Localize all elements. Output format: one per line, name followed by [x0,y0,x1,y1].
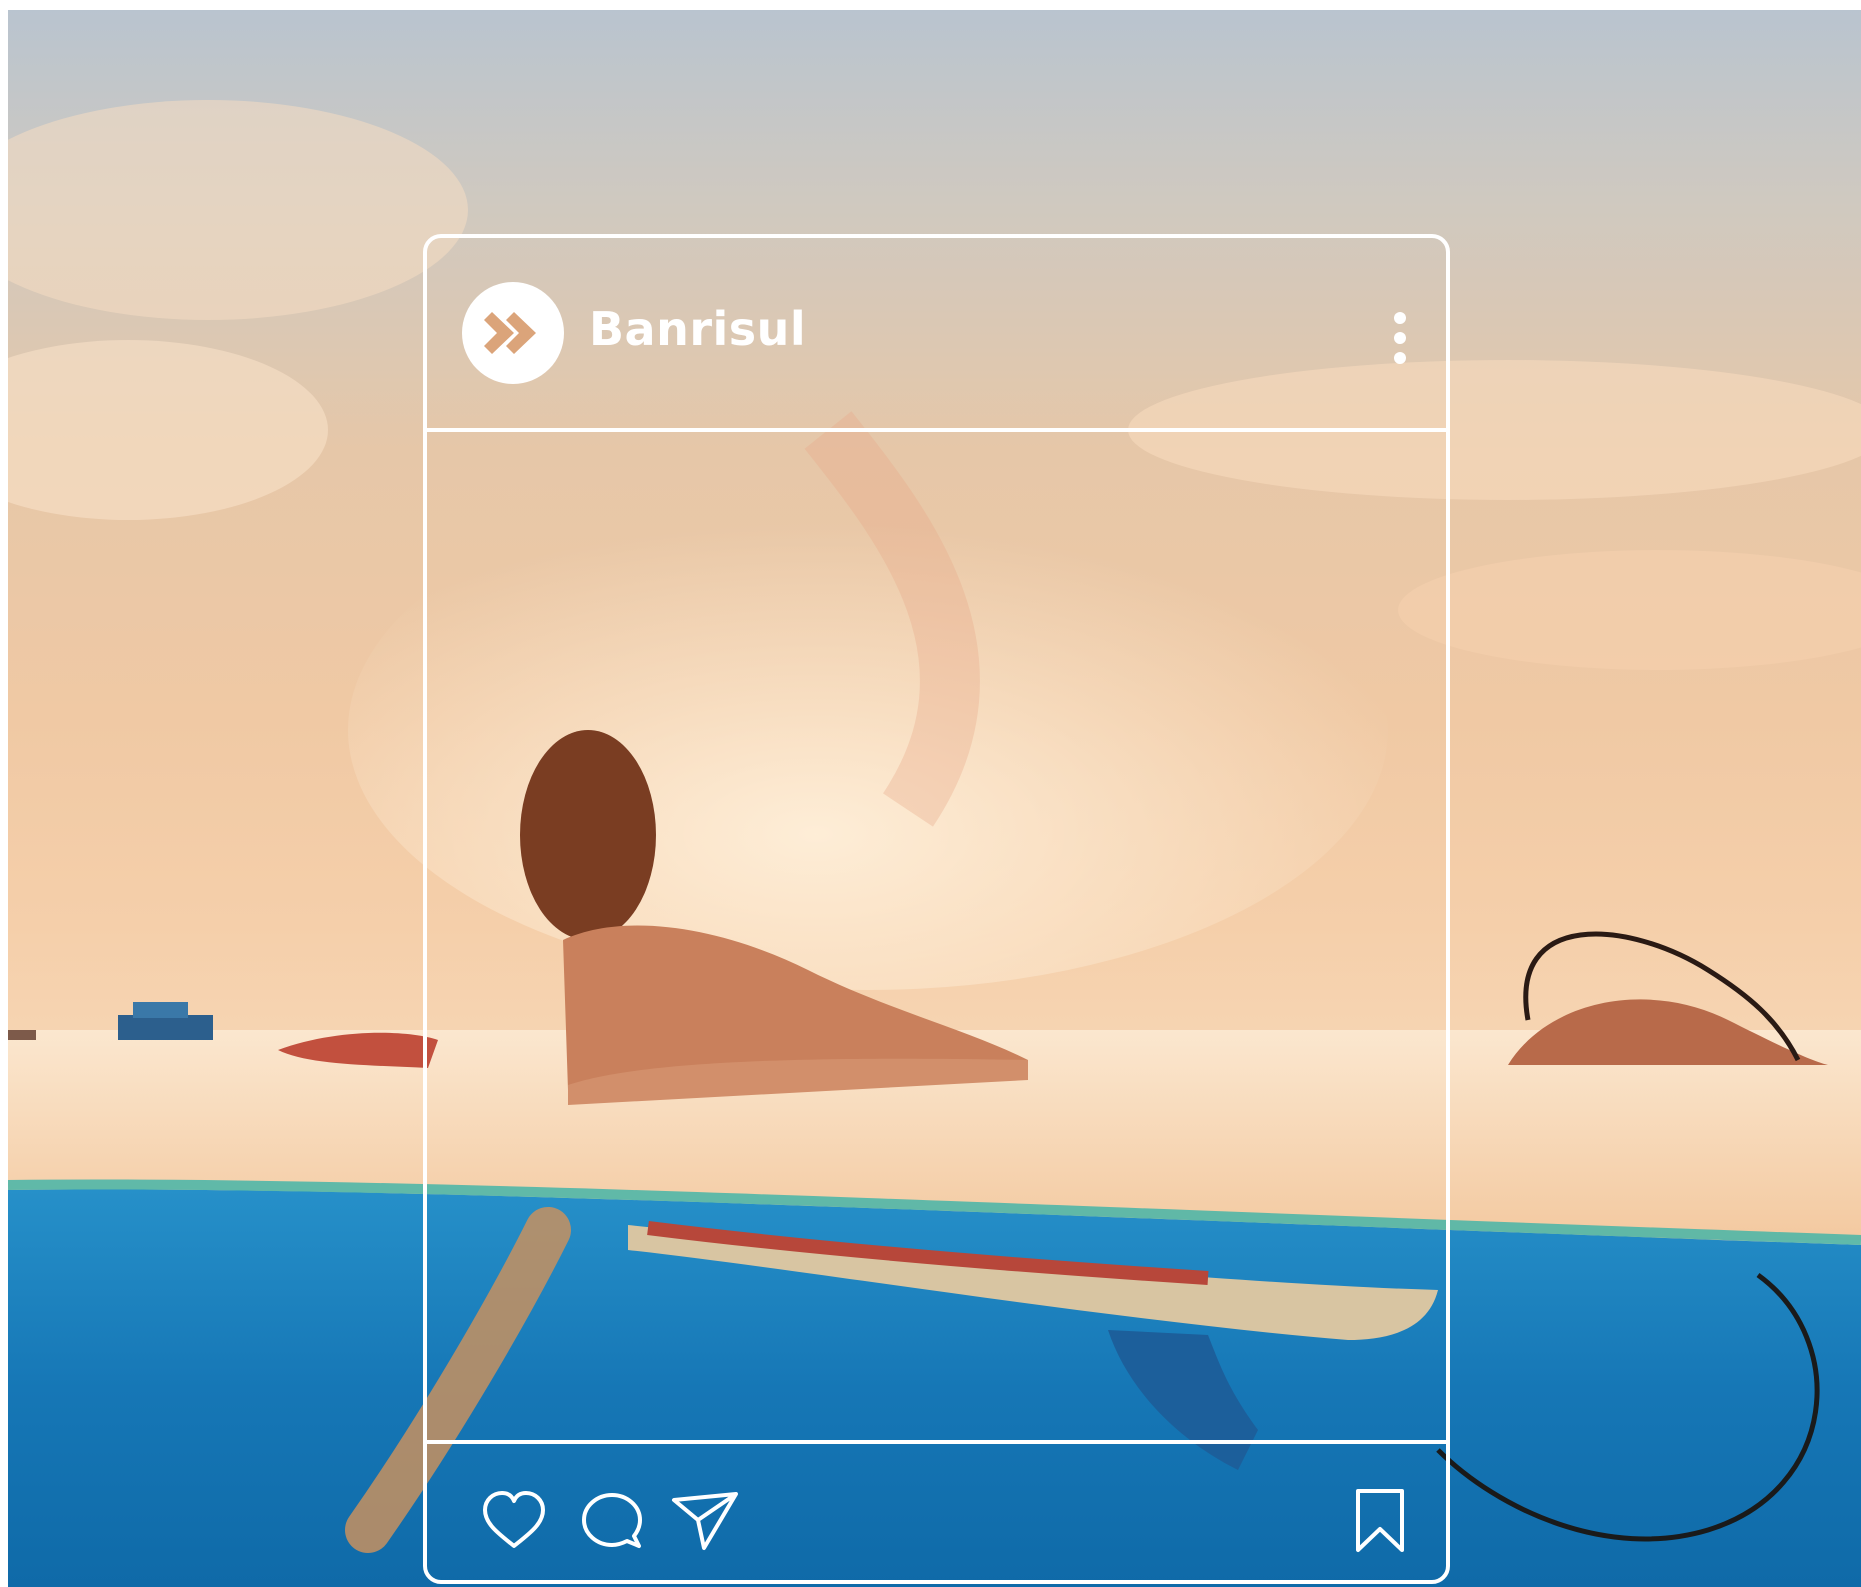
send-icon[interactable] [670,1486,740,1556]
banrisul-logo-icon [484,312,536,354]
bookmark-icon[interactable] [1345,1486,1415,1556]
account-name[interactable]: Banrisul [589,302,806,356]
post-action-bar [427,1440,1446,1580]
more-vertical-icon[interactable] [1390,308,1410,368]
heart-icon[interactable] [479,1486,549,1556]
post-header: Banrisul [427,238,1446,432]
comment-icon[interactable] [577,1486,647,1556]
post-frame: Banrisul [423,234,1450,1584]
post-image[interactable] [427,432,1446,1440]
profile-avatar[interactable] [462,282,564,384]
